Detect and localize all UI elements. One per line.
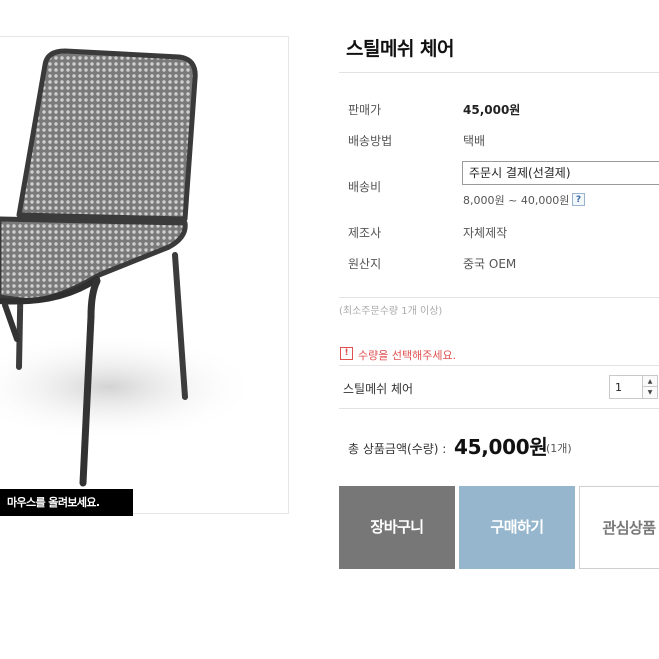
min-order-note: (최소주문수량 1개 이상): [339, 306, 443, 317]
manufacturer-label: 제조사: [348, 226, 382, 240]
shipping-payment-select[interactable]: 주문시 결제(선결제): [462, 161, 659, 185]
origin-value: 중국 OEM: [463, 257, 517, 271]
total-label: 총 상품금액(수량) :: [348, 442, 447, 456]
delivery-method-label: 배송방법: [348, 134, 393, 148]
price-label: 판매가: [348, 103, 382, 117]
delivery-method-value: 택배: [463, 134, 486, 148]
chair-illustration: [0, 48, 259, 487]
shipping-fee-range: 8,000원 ~ 40,000원: [463, 194, 570, 207]
quantity-down-icon[interactable]: ▼: [642, 387, 657, 398]
total-count: (1개): [546, 442, 572, 455]
quantity-input[interactable]: [610, 376, 642, 398]
price-value: 45,000원: [463, 103, 521, 117]
warning-icon: !: [340, 347, 353, 360]
quantity-warning: 수량을 선택해주세요.: [358, 349, 457, 362]
total-price: 45,000원: [454, 435, 548, 459]
product-title: 스틸메쉬 체어: [346, 38, 455, 60]
origin-label: 원산지: [348, 257, 382, 271]
product-image[interactable]: [0, 36, 289, 514]
shipping-fee-label: 배송비: [348, 180, 382, 194]
divider: [339, 297, 659, 298]
help-icon[interactable]: ?: [572, 193, 585, 206]
divider: [339, 72, 659, 73]
divider: [339, 408, 659, 409]
add-to-cart-button[interactable]: 장바구니: [339, 486, 455, 569]
divider: [339, 365, 659, 366]
manufacturer-value: 자체제작: [463, 226, 508, 240]
quantity-up-icon[interactable]: ▲: [642, 376, 657, 387]
wishlist-button[interactable]: 관심상품: [579, 486, 659, 569]
quantity-stepper: ▲ ▼: [609, 375, 658, 399]
selected-option-name: 스틸메쉬 체어: [343, 382, 414, 396]
buy-now-button[interactable]: 구매하기: [459, 486, 575, 569]
image-hover-hint: 마우스를 올려보세요.: [0, 489, 133, 516]
